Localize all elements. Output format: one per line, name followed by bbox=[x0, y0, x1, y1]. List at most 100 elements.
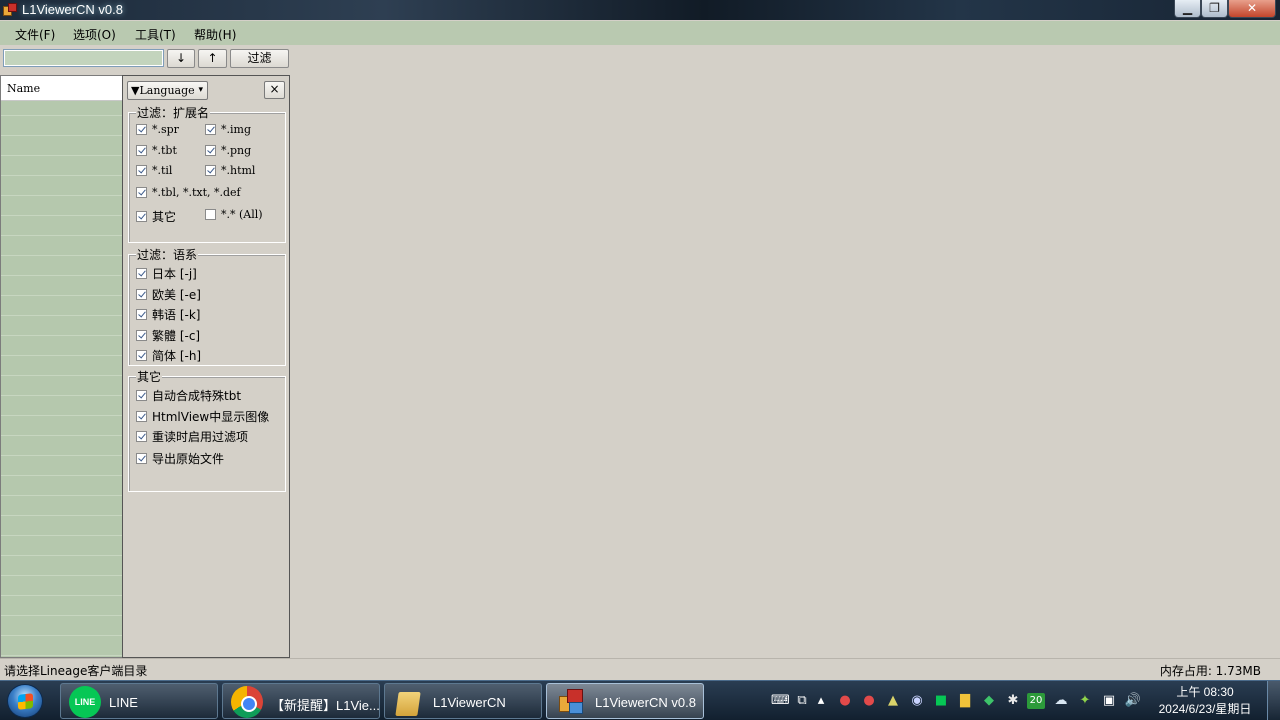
menu-help[interactable]: 帮助(H) bbox=[194, 26, 236, 43]
lang-checkbox-korean[interactable]: 韩语 [-k] bbox=[136, 306, 200, 323]
checkbox-box[interactable] bbox=[136, 268, 147, 279]
checkbox-box[interactable] bbox=[136, 289, 147, 300]
checkbox-box[interactable] bbox=[136, 411, 147, 422]
clock-time: 上午 08:30 bbox=[1176, 685, 1234, 699]
menu-bar: 文件(F) 选项(O) 工具(T) 帮助(H) bbox=[0, 21, 1280, 45]
checkbox-box[interactable] bbox=[136, 350, 147, 361]
checkbox-box[interactable] bbox=[136, 187, 147, 198]
taskbar-item-line[interactable]: LINE LINE bbox=[60, 683, 218, 719]
filter-button[interactable]: 过滤 bbox=[230, 49, 289, 68]
maximize-button[interactable]: ❐ bbox=[1201, 0, 1228, 18]
option-checkbox-htmlview-images[interactable]: HtmlView中显示图像 bbox=[136, 408, 269, 425]
chevron-down-icon: ▾ bbox=[198, 85, 203, 95]
memory-usage: 内存占用: 1.73MB bbox=[1159, 664, 1261, 678]
tray-app-icon-2[interactable]: ● bbox=[860, 692, 878, 710]
tray-app-icon-6[interactable]: ✦ bbox=[1076, 692, 1094, 710]
taskbar-item-folder[interactable]: L1ViewerCN bbox=[384, 683, 542, 719]
lock-icon[interactable]: ▇ bbox=[956, 692, 974, 710]
tray-badge-icon[interactable]: 20 bbox=[1027, 693, 1045, 709]
minimize-button[interactable]: ▁ bbox=[1174, 0, 1201, 18]
ext-checkbox-spr[interactable]: *.spr bbox=[136, 123, 179, 136]
menu-tools[interactable]: 工具(T) bbox=[135, 26, 176, 43]
taskbar-item-browser[interactable]: 【新提醒】L1Vie... bbox=[222, 683, 380, 719]
extension-filter-group: 过滤：扩展名 *.spr *.img *.tbt *.png *.til *.h… bbox=[128, 104, 286, 243]
ext-checkbox-html[interactable]: *.html bbox=[205, 164, 255, 177]
checkbox-box[interactable] bbox=[205, 145, 216, 156]
toolbar: ↓ ↑ 过滤 bbox=[0, 45, 1280, 71]
line-tray-icon[interactable]: ■ bbox=[932, 692, 950, 710]
checkbox-label: *.spr bbox=[152, 123, 179, 136]
status-message: 请选择Lineage客户端目录 bbox=[4, 664, 148, 678]
start-button[interactable] bbox=[7, 684, 43, 718]
checkbox-label: 日本 [-j] bbox=[152, 267, 197, 281]
discord-icon[interactable]: ◉ bbox=[908, 692, 926, 710]
close-window-button[interactable]: ✕ bbox=[1228, 0, 1276, 18]
ext-checkbox-tbt[interactable]: *.tbt bbox=[136, 144, 177, 157]
clock[interactable]: 上午 08:30 2024/6/23/星期日 bbox=[1150, 684, 1260, 718]
lang-checkbox-english[interactable]: 欧美 [-e] bbox=[136, 286, 201, 303]
tray-app-icon-3[interactable]: ▲ bbox=[884, 692, 902, 710]
checkbox-box[interactable] bbox=[205, 165, 216, 176]
language-dropdown[interactable]: ▼Language ▾ bbox=[127, 81, 208, 100]
search-input-value bbox=[5, 51, 162, 65]
checkbox-box[interactable] bbox=[136, 431, 147, 442]
keyboard-icon[interactable]: ⌨ bbox=[771, 692, 790, 710]
checkbox-box[interactable] bbox=[136, 309, 147, 320]
tray-app-icon-4[interactable]: ◆ bbox=[980, 692, 998, 710]
move-down-button[interactable]: ↓ bbox=[167, 49, 195, 68]
filter-panel: ▼Language ▾ × 过滤：扩展名 *.spr *.img *.tbt *… bbox=[122, 75, 290, 658]
chrome-icon bbox=[231, 686, 263, 718]
cloud-icon[interactable]: ☁ bbox=[1052, 692, 1070, 710]
windows-logo-icon bbox=[18, 693, 33, 710]
lang-checkbox-japan[interactable]: 日本 [-j] bbox=[136, 265, 197, 282]
checkbox-label: 繁體 [-c] bbox=[152, 329, 201, 343]
checkbox-box[interactable] bbox=[136, 453, 147, 464]
show-desktop-button[interactable] bbox=[1267, 681, 1280, 720]
speaker-icon[interactable]: 🔊 bbox=[1124, 692, 1142, 710]
app-icon[interactable] bbox=[3, 3, 17, 17]
move-up-button[interactable]: ↑ bbox=[198, 49, 227, 68]
checkbox-box[interactable] bbox=[136, 330, 147, 341]
ext-checkbox-til[interactable]: *.til bbox=[136, 164, 172, 177]
checkbox-box[interactable] bbox=[136, 390, 147, 401]
taskbar-item-l1viewer[interactable]: L1ViewerCN v0.8 bbox=[546, 683, 704, 719]
checkbox-label: *.tbl, *.txt, *.def bbox=[152, 186, 241, 199]
checkbox-box[interactable] bbox=[205, 124, 216, 135]
lang-checkbox-traditional[interactable]: 繁體 [-c] bbox=[136, 327, 200, 344]
checkbox-box[interactable] bbox=[136, 211, 147, 222]
clock-date: 2024/6/23/星期日 bbox=[1158, 702, 1252, 716]
search-input[interactable] bbox=[3, 49, 164, 67]
network-icon[interactable]: ▣ bbox=[1100, 692, 1118, 710]
display-icon[interactable]: ⧉ bbox=[793, 692, 811, 710]
option-checkbox-auto-tbt[interactable]: 自动合成特殊tbt bbox=[136, 387, 241, 404]
menu-file[interactable]: 文件(F) bbox=[15, 26, 55, 43]
checkbox-label: 简体 [-h] bbox=[152, 349, 202, 363]
close-panel-button[interactable]: × bbox=[264, 81, 285, 99]
window-title: L1ViewerCN v0.8 bbox=[22, 2, 123, 17]
ext-checkbox-png[interactable]: *.png bbox=[205, 144, 251, 157]
column-header-name[interactable]: Name bbox=[1, 76, 122, 101]
ext-checkbox-all[interactable]: *.* (All) bbox=[205, 208, 263, 221]
other-options-title: 其它 bbox=[136, 368, 163, 385]
option-checkbox-reload-filter[interactable]: 重读时启用过滤项 bbox=[136, 428, 248, 445]
ext-checkbox-img[interactable]: *.img bbox=[205, 123, 251, 136]
checkbox-box[interactable] bbox=[205, 209, 216, 220]
ext-checkbox-tbl-txt-def[interactable]: *.tbl, *.txt, *.def bbox=[136, 186, 241, 199]
lang-checkbox-simplified[interactable]: 简体 [-h] bbox=[136, 347, 201, 364]
checkbox-box[interactable] bbox=[136, 165, 147, 176]
ext-checkbox-other[interactable]: 其它 bbox=[136, 208, 176, 225]
option-checkbox-export-raw[interactable]: 导出原始文件 bbox=[136, 450, 224, 467]
checkbox-label: *.* (All) bbox=[221, 208, 263, 221]
tray-expand-icon[interactable]: ▴ bbox=[812, 692, 830, 710]
tray-app-icon-5[interactable]: ✱ bbox=[1004, 692, 1022, 710]
extension-filter-title: 过滤：扩展名 bbox=[136, 104, 211, 121]
folder-icon bbox=[393, 686, 425, 718]
checkbox-label: *.png bbox=[221, 144, 252, 157]
checkbox-box[interactable] bbox=[136, 145, 147, 156]
checkbox-label: *.html bbox=[221, 164, 256, 177]
file-list[interactable]: Name bbox=[0, 75, 123, 658]
menu-options[interactable]: 选项(O) bbox=[73, 26, 116, 43]
tray-app-icon-1[interactable]: ● bbox=[836, 692, 854, 710]
checkbox-label: 自动合成特殊tbt bbox=[152, 389, 242, 403]
checkbox-box[interactable] bbox=[136, 124, 147, 135]
